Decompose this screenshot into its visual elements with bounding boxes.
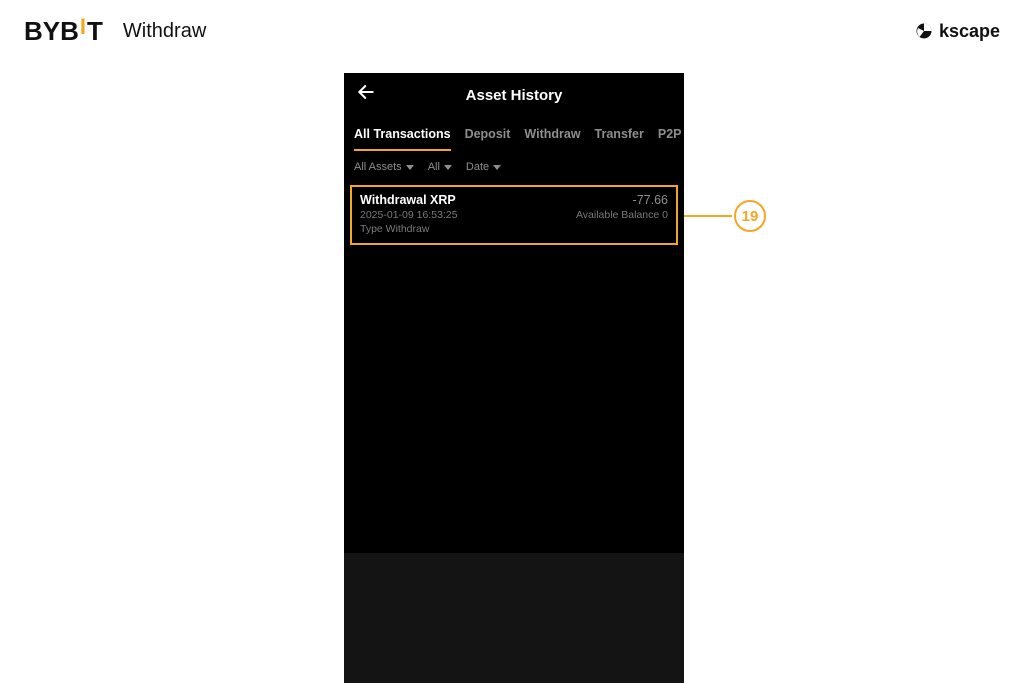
tab-deposit[interactable]: Deposit: [465, 127, 511, 151]
phone-title: Asset History: [344, 87, 684, 104]
page-title: Withdraw: [123, 20, 206, 43]
logo-suffix: T: [87, 16, 103, 47]
transaction-balance: Available Balance 0: [576, 209, 668, 221]
callout-number: 19: [742, 208, 759, 225]
filter-assets-label: All Assets: [354, 161, 402, 173]
filter-status-label: All: [428, 161, 440, 173]
callout-line: [684, 215, 732, 217]
bybit-logo: BYBIT: [24, 16, 103, 47]
logo-accent: I: [80, 14, 86, 40]
kscape-logo: kscape: [915, 21, 1000, 42]
chevron-down-icon: [444, 165, 452, 170]
transaction-timestamp: 2025-01-09 16:53:25: [360, 209, 458, 221]
tab-transfer[interactable]: Transfer: [595, 127, 644, 151]
logo-prefix: BYB: [24, 16, 79, 47]
tab-p2p[interactable]: P2P: [658, 127, 682, 151]
filters-row: All Assets All Date: [344, 151, 684, 181]
chevron-down-icon: [406, 165, 414, 170]
phone-bottom-area: [344, 553, 684, 683]
transaction-type: Type Withdraw: [360, 223, 458, 235]
tabs-row: All Transactions Deposit Withdraw Transf…: [344, 117, 684, 151]
transaction-row-highlighted[interactable]: Withdrawal XRP 2025-01-09 16:53:25 Type …: [350, 185, 678, 245]
transaction-right: -77.66 Available Balance 0: [576, 193, 668, 221]
filter-assets[interactable]: All Assets: [354, 161, 414, 173]
callout-19: 19: [684, 200, 766, 232]
filter-date[interactable]: Date: [466, 161, 501, 173]
kscape-icon: [915, 22, 933, 40]
phone-header: Asset History: [344, 73, 684, 117]
banner-left: BYBIT Withdraw: [24, 16, 206, 47]
transaction-title: Withdrawal XRP: [360, 193, 458, 207]
tab-all-transactions[interactable]: All Transactions: [354, 127, 451, 151]
kscape-text: kscape: [939, 21, 1000, 42]
top-banner: BYBIT Withdraw kscape: [0, 0, 1024, 62]
filter-date-label: Date: [466, 161, 489, 173]
phone-screen: Asset History All Transactions Deposit W…: [344, 73, 684, 683]
tab-withdraw[interactable]: Withdraw: [524, 127, 580, 151]
chevron-down-icon: [493, 165, 501, 170]
back-arrow-icon[interactable]: [356, 82, 380, 108]
filter-status[interactable]: All: [428, 161, 452, 173]
transaction-amount: -77.66: [633, 193, 668, 207]
callout-circle: 19: [734, 200, 766, 232]
transaction-left: Withdrawal XRP 2025-01-09 16:53:25 Type …: [360, 193, 458, 235]
